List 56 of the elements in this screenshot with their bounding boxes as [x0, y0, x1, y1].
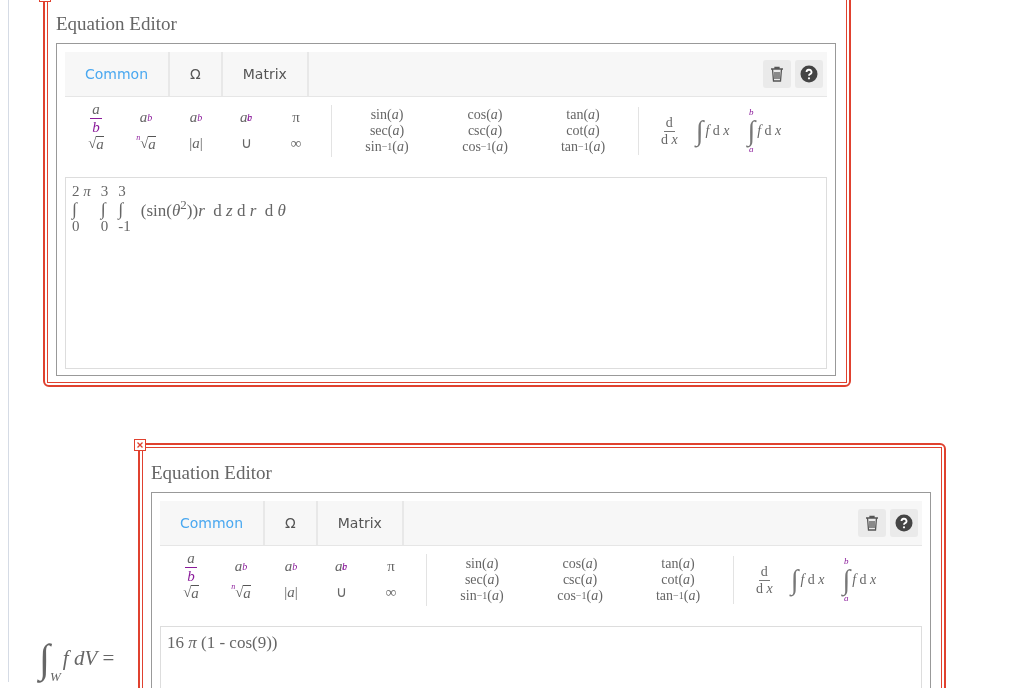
- symbol-button[interactable]: ∪: [240, 135, 252, 153]
- tab[interactable]: Matrix: [222, 52, 309, 96]
- help-button[interactable]: [890, 509, 918, 537]
- symbol-button[interactable]: ∪: [335, 584, 347, 602]
- equation-input[interactable]: 16 π (1 - cos(9)): [160, 626, 922, 688]
- symbol-button[interactable]: π: [387, 558, 395, 576]
- function-button[interactable]: csc(a): [467, 122, 503, 140]
- integrand-text: (sin(θ$^{2}$))r d z d r d θ: [140, 197, 286, 221]
- root-button[interactable]: √a: [183, 584, 199, 602]
- tab[interactable]: Ω: [265, 501, 318, 545]
- function-button[interactable]: cos(a): [467, 106, 503, 123]
- integral-sign: ∫: [118, 199, 124, 219]
- function-button[interactable]: cot(a): [566, 122, 600, 140]
- upper-limit: 3: [100, 184, 109, 200]
- upper-limit: 2 π: [72, 184, 91, 200]
- integral-button[interactable]: b ∫ a f d x: [842, 555, 877, 605]
- delete-button[interactable]: [763, 60, 791, 88]
- help-icon: [895, 514, 913, 532]
- derivative-button[interactable]: d d x: [756, 564, 773, 596]
- lower-limit: 0: [100, 218, 109, 235]
- delete-button[interactable]: [858, 509, 886, 537]
- expression-text: 16 π (1 - cos(9)): [167, 633, 279, 653]
- function-button[interactable]: sec(a): [464, 571, 500, 589]
- tab[interactable]: Ω: [170, 52, 223, 96]
- help-button[interactable]: [795, 60, 823, 88]
- function-button[interactable]: sin(a): [370, 106, 404, 123]
- root-button[interactable]: √a: [88, 135, 104, 153]
- editor-title: Equation Editor: [56, 12, 178, 36]
- equation-input[interactable]: 2 π ∫ 0 3 ∫ 0 3 ∫ -1 (sin(θ$^{2}$))r d z d r d θ: [65, 177, 827, 369]
- integral-sign: ∫: [100, 199, 106, 219]
- function-button[interactable]: sin(a): [465, 555, 499, 572]
- help-icon: [800, 65, 818, 83]
- function-button[interactable]: cot(a): [661, 571, 695, 589]
- symbol-button[interactable]: ∞: [290, 135, 302, 153]
- upper-limit: 3: [118, 184, 126, 200]
- function-button[interactable]: tan(a): [661, 555, 695, 572]
- trash-icon: [865, 515, 879, 531]
- integral-sign: ∫: [72, 199, 77, 219]
- derivative-button[interactable]: d d x: [661, 115, 678, 147]
- symbol-button[interactable]: |a|: [189, 135, 203, 153]
- function-button[interactable]: sec(a): [369, 122, 405, 140]
- lower-limit: -1: [118, 218, 131, 235]
- close-icon[interactable]: [134, 439, 146, 451]
- tab[interactable]: Matrix: [317, 501, 404, 545]
- function-button[interactable]: csc(a): [562, 571, 598, 589]
- trash-icon: [770, 66, 784, 82]
- fraction-button[interactable]: a b: [185, 550, 197, 584]
- fraction-button[interactable]: a b: [90, 101, 102, 135]
- symbol-button[interactable]: ∞: [385, 584, 397, 602]
- lower-limit: 0: [72, 218, 80, 235]
- function-button[interactable]: cos(a): [562, 555, 598, 572]
- symbol-button[interactable]: |a|: [284, 584, 298, 602]
- editor-title: Equation Editor: [151, 461, 273, 485]
- integral-button[interactable]: b ∫ a f d x: [747, 106, 782, 156]
- function-button[interactable]: tan(a): [566, 106, 600, 123]
- symbol-button[interactable]: π: [292, 109, 300, 127]
